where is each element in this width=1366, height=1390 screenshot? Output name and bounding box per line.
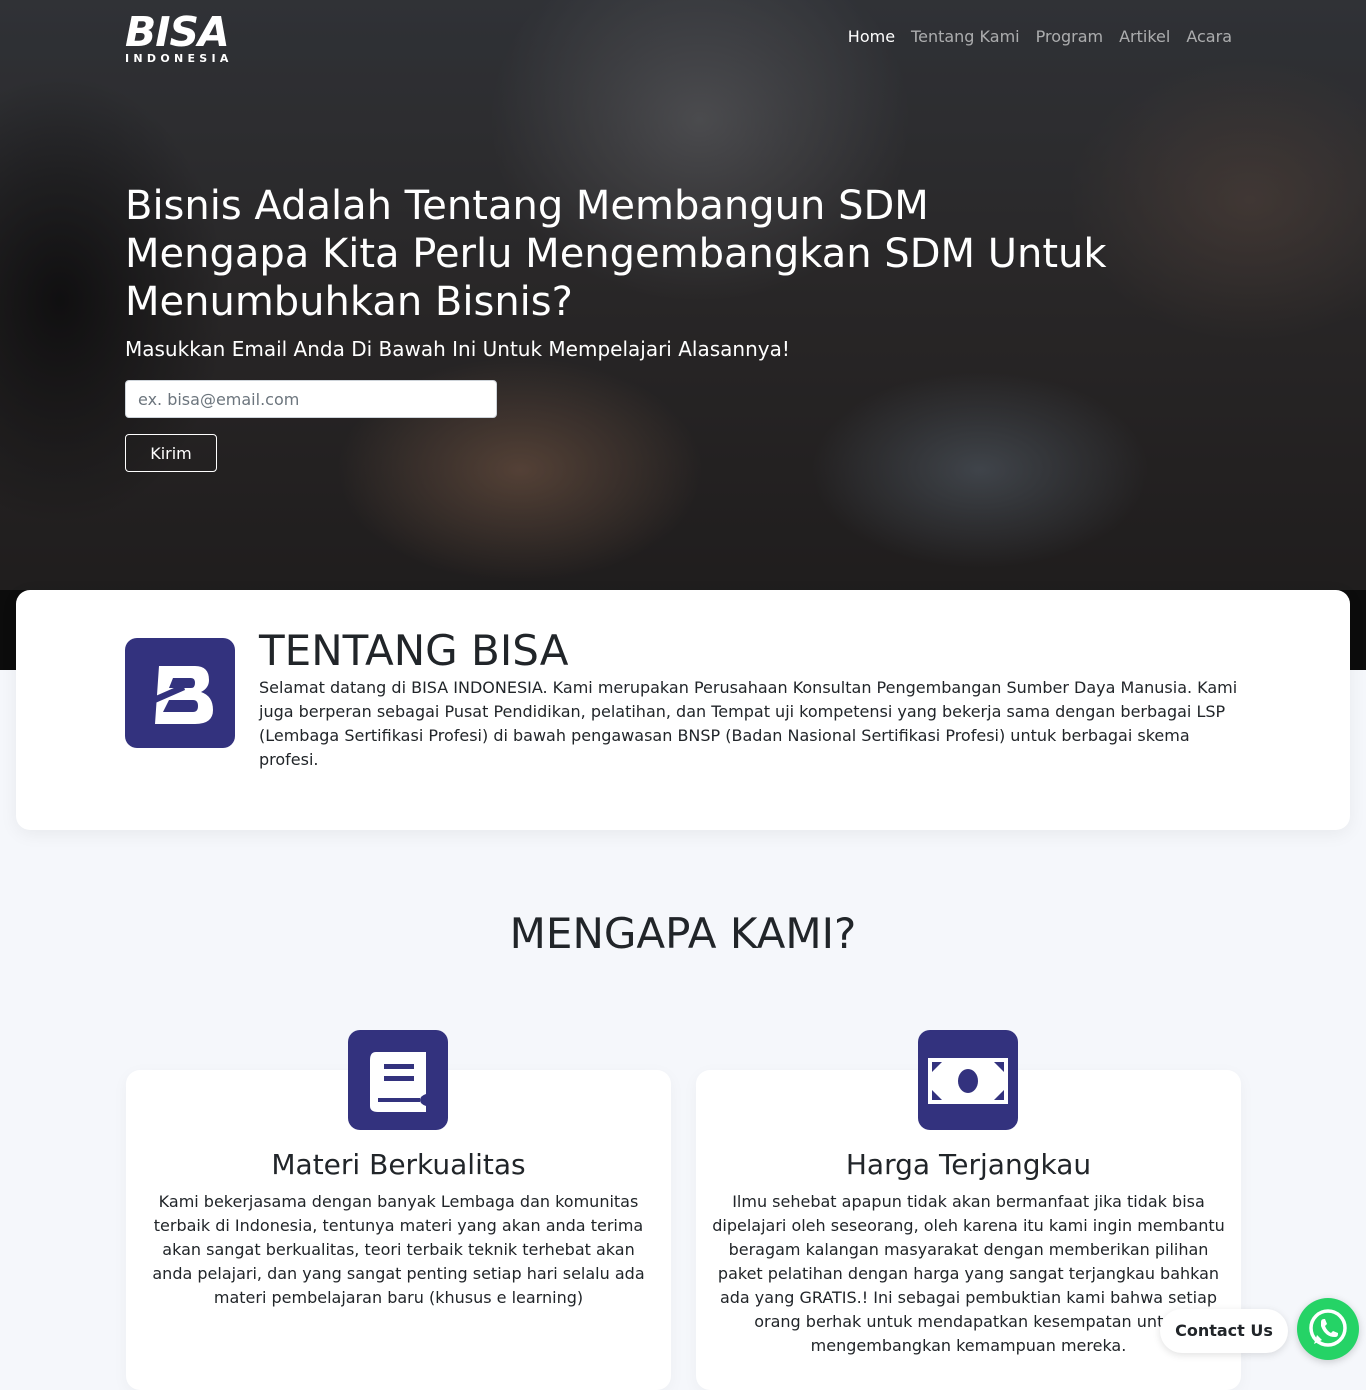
- hero-title: Bisnis Adalah Tentang Membangun SDM Meng…: [125, 182, 1145, 326]
- kirim-button[interactable]: Kirim: [125, 434, 217, 472]
- logo-subtitle: INDONESIA: [125, 52, 233, 65]
- whatsapp-icon[interactable]: [1297, 1298, 1359, 1360]
- about-card: TENTANG BISA Selamat datang di BISA INDO…: [16, 590, 1350, 830]
- hero-title-line2: Mengapa Kita Perlu Mengembangkan SDM Unt…: [125, 231, 1107, 325]
- feature-text: Kami bekerjasama dengan banyak Lembaga d…: [152, 1192, 645, 1307]
- why-title: MENGAPA KAMI?: [509, 909, 857, 958]
- hero-section: [0, 0, 1366, 670]
- hero-overlay: [0, 0, 1366, 670]
- bisa-logo[interactable]: BISA INDONESIA: [125, 8, 237, 66]
- feature-title: Materi Berkualitas: [271, 1148, 526, 1181]
- nav-acara[interactable]: Acara: [1186, 27, 1232, 47]
- main-nav: Home Tentang Kami Program Artikel Acara: [848, 27, 1232, 47]
- feature-card-harga: Harga Terjangkau Ilmu sehebat apapun tid…: [696, 1030, 1241, 1390]
- nav-artikel[interactable]: Artikel: [1119, 27, 1170, 47]
- about-text: Selamat datang di BISA INDONESIA. Kami m…: [259, 678, 1238, 769]
- logo-wordmark: BISA: [125, 8, 230, 56]
- hero-subtitle: Masukkan Email Anda Di Bawah Ini Untuk M…: [125, 337, 790, 361]
- nav-tentang-kami[interactable]: Tentang Kami: [911, 27, 1020, 47]
- money-bill-icon: [918, 1030, 1018, 1130]
- nav-home[interactable]: Home: [848, 27, 895, 47]
- email-input[interactable]: [125, 380, 497, 418]
- nav-program[interactable]: Program: [1036, 27, 1104, 47]
- about-title: TENTANG BISA: [259, 626, 569, 675]
- contact-us-button[interactable]: Contact Us: [1160, 1309, 1288, 1353]
- bisa-b-logo-icon: [125, 638, 235, 748]
- book-icon: [348, 1030, 448, 1130]
- feature-text: Ilmu sehebat apapun tidak akan bermanfaa…: [712, 1192, 1225, 1355]
- feature-title: Harga Terjangkau: [845, 1148, 1092, 1181]
- feature-card-materi: Materi Berkualitas Kami bekerjasama deng…: [126, 1030, 671, 1390]
- hero-title-line1: Bisnis Adalah Tentang Membangun SDM: [125, 183, 929, 229]
